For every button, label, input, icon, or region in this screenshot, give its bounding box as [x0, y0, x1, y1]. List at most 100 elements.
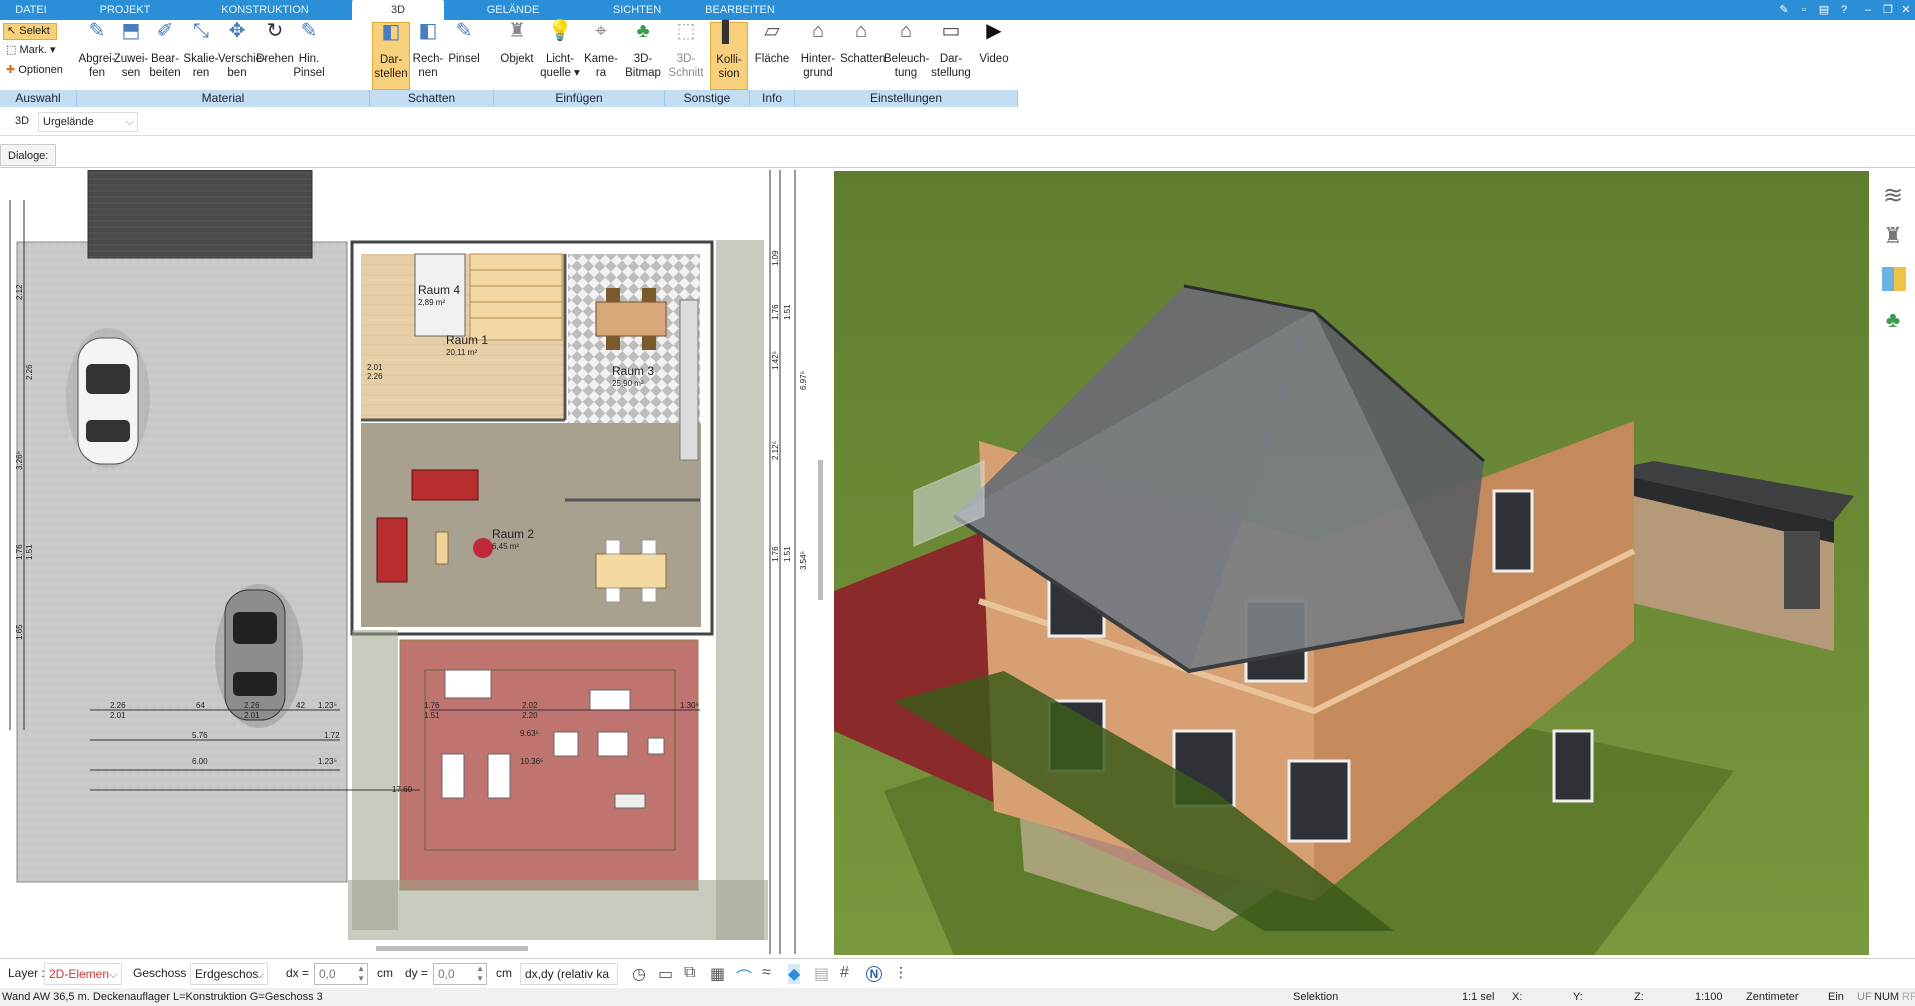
display-monitor-icon: ▭ — [941, 20, 961, 42]
button-label: quelle ▾ — [540, 67, 580, 79]
button-label: Verschie- — [218, 53, 266, 65]
rf-indicator: RF — [1902, 991, 1915, 1003]
layout-icon[interactable]: ▤ — [1816, 2, 1832, 18]
group-info: Info — [750, 90, 795, 107]
snap-hatch-icon[interactable]: ▤ — [814, 964, 829, 984]
monitor-icon[interactable]: ▭ — [658, 964, 673, 984]
layers-stack-icon[interactable]: ▦ — [710, 964, 725, 984]
layer-value: 2D-Elemen — [49, 967, 110, 981]
shadow-brush-icon: ✎ — [455, 20, 473, 42]
window-icon[interactable]: ▫ — [1796, 2, 1812, 18]
window — [1492, 489, 1534, 573]
scale-button[interactable]: ⤡ Skalie-ren — [182, 21, 220, 90]
spinner-icon[interactable]: ▲ ▼ — [476, 964, 484, 984]
dim-label: 1.09 — [771, 250, 780, 266]
assign-material-button[interactable]: ⬒ Zuwei-sen — [112, 20, 150, 90]
chair-button[interactable]: ♜ Objekt — [497, 21, 537, 90]
spinner-icon[interactable]: ▲ ▼ — [357, 964, 365, 984]
shadow-compute-button[interactable]: ◧ Rech-nen — [410, 21, 446, 90]
mark-icon: ⬚ — [6, 44, 17, 56]
camera-button[interactable]: ⌖ Kame-ra — [581, 20, 621, 90]
pipette-button[interactable]: ✎ Abgrei-fen — [78, 21, 116, 90]
rotate-button[interactable]: ↻ Drehen — [256, 21, 294, 90]
lighting-house-button[interactable]: ⌂ Beleuch-tung — [884, 21, 929, 90]
optionen-button[interactable]: ✚ Optionen — [6, 63, 63, 76]
floor-plan-view[interactable]: Raum 4 2,89 m² Raum 1 20,11 m² Raum 3 25… — [0, 170, 830, 954]
dim-label: 1.51 — [783, 304, 792, 320]
close-icon[interactable]: ✕ — [1898, 2, 1914, 18]
play-button[interactable]: ▶ Video — [975, 21, 1013, 90]
assign-material-icon: ⬒ — [121, 20, 141, 42]
sofa-2 — [376, 517, 408, 583]
dim-label: 6.97⁵ — [799, 371, 808, 390]
display-monitor-button[interactable]: ▭ Dar-stellung — [930, 20, 972, 90]
uf-indicator: UF — [1857, 991, 1872, 1003]
north-icon[interactable]: N — [866, 966, 882, 982]
tree-icon[interactable]: ♣ — [1878, 307, 1908, 337]
shadow-display-button[interactable]: ◧ Dar-stellen — [372, 22, 410, 90]
clock-icon[interactable]: ◷ — [632, 964, 646, 984]
tab-bearbeiten[interactable]: BEARBEITEN — [700, 0, 780, 20]
selekt-button[interactable]: ↖ Selekt — [3, 23, 57, 40]
camera-icon: ⌖ — [595, 20, 607, 42]
tree-button[interactable]: ♣ 3D- Bitmap — [622, 21, 664, 90]
layers-icon[interactable]: ≋ — [1878, 181, 1908, 211]
room-4-name: Raum 4 — [418, 283, 460, 297]
3d-view[interactable] — [834, 171, 1869, 955]
snap-wall-icon[interactable]: ≈ — [762, 964, 771, 982]
room-4-area: 2,89 m² — [418, 298, 445, 307]
grid-icon[interactable]: # — [840, 964, 849, 982]
coordinate-mode-value: dx,dy (relativ ka — [525, 967, 610, 981]
terrain-select[interactable]: Urgelände ⌵ — [38, 112, 138, 132]
minimize-icon[interactable]: – — [1860, 2, 1876, 18]
geschoss-label: Geschoss : — [133, 966, 194, 980]
section-icon: ⬚ — [676, 20, 696, 42]
button-label: beiten — [149, 67, 181, 79]
geschoss-select[interactable]: Erdgeschos ⌵ — [190, 963, 268, 985]
button-label: 3D- — [676, 53, 696, 65]
tools-icon[interactable]: ✎ — [1776, 2, 1792, 18]
3d-scene — [834, 171, 1869, 955]
tab-konstruktion[interactable]: KONSTRUKTION — [215, 0, 315, 20]
dialoge-label: Dialoge: — [0, 144, 57, 166]
shadow-brush-button[interactable]: ✎ Pinsel — [446, 20, 482, 90]
tab-projekt[interactable]: PROJEKT — [92, 0, 158, 20]
background-brush-button[interactable]: ✎ Hin. Pinsel — [292, 21, 326, 90]
layer-select[interactable]: 2D-Elemen ⌵ — [44, 963, 122, 985]
snap-status: Ein — [1828, 991, 1844, 1003]
chair-icon[interactable]: ♜ — [1878, 223, 1908, 253]
dx-input[interactable]: 0,0 ▲ ▼ — [314, 963, 368, 985]
background-house-button[interactable]: ⌂ Hinter-grund — [797, 21, 839, 90]
snap-toolbar: ◷ ▭ ⧉ ▦ ⌒ ≈ ◆ ▤ # N ⋮ — [628, 963, 938, 988]
move-button[interactable]: ✥ Verschie-ben — [218, 21, 266, 90]
snap-line-icon[interactable]: ⌒ — [736, 964, 752, 988]
help-icon[interactable]: ? — [1836, 2, 1852, 18]
tab-datei[interactable]: DATEI — [0, 0, 62, 20]
coordinate-mode-select[interactable]: dx,dy (relativ ka — [520, 963, 618, 985]
lightbulb-button[interactable]: 💡 Licht-quelle ▾ — [540, 21, 580, 90]
snap-objects-icon[interactable]: ⧉ — [684, 964, 695, 982]
button-label: Objekt — [500, 53, 534, 65]
section-button[interactable]: ⬚ 3D- Schnitt — [667, 20, 705, 90]
texture-grid-icon[interactable] — [1882, 267, 1906, 291]
edit-material-button[interactable]: ✐ Bear-beiten — [146, 21, 184, 90]
dim-label: 3.54⁵ — [799, 551, 808, 570]
more-options-icon[interactable]: ⋮ — [894, 964, 908, 981]
button-label: Skalie- — [183, 53, 219, 65]
tab-sichten[interactable]: SICHTEN — [604, 0, 670, 20]
dy-input[interactable]: 0,0 ▲ ▼ — [433, 963, 487, 985]
dim-label: 2.01 — [367, 363, 383, 372]
tab-3d[interactable]: 3D — [352, 0, 444, 20]
floor-plan-drawing: Raum 4 2,89 m² Raum 1 20,11 m² Raum 3 25… — [9, 170, 823, 954]
restore-icon[interactable]: ❐ — [1880, 2, 1896, 18]
button-label: stellen — [374, 68, 408, 80]
shadow-house-button[interactable]: ⌂ Schatten — [840, 21, 885, 90]
snap-surface-icon[interactable]: ◆ — [788, 964, 801, 984]
collision-button[interactable]: ▌ Kolli-sion — [710, 22, 748, 90]
area-button[interactable]: ▱ Fläche — [752, 21, 792, 90]
window — [1287, 759, 1351, 843]
mark-button[interactable]: ⬚ Mark. ▾ — [6, 43, 56, 56]
tab-gelaende[interactable]: GELÄNDE — [478, 0, 548, 20]
stairs — [469, 253, 563, 341]
window — [1552, 729, 1594, 803]
